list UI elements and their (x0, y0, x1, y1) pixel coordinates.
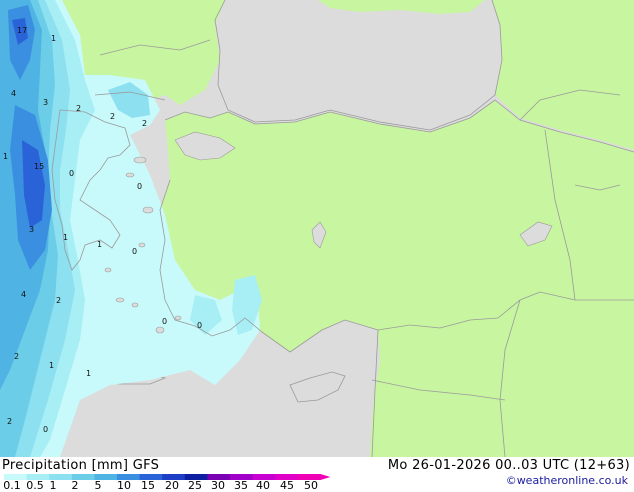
map-label: 1 (63, 233, 68, 242)
valid-time: Mo 26-01-2026 00..03 UTC (12+63) (387, 458, 630, 473)
map-label: 2 (142, 119, 147, 128)
map-label: 1 (3, 152, 8, 161)
legend-tick-label: 15 (141, 479, 155, 492)
legend-tick-label: 25 (188, 479, 202, 492)
precipitation-map: 17 1 4 3 2 2 2 15 1 0 0 3 1 1 0 4 2 0 0 … (0, 0, 634, 457)
legend-tick-label: 10 (117, 479, 131, 492)
map-label: 3 (43, 98, 48, 107)
map-label: 1 (49, 361, 54, 370)
legend-tick-label: 1 (49, 479, 57, 492)
map-label: 2 (7, 417, 12, 426)
map-label: 0 (132, 247, 137, 256)
credit-link[interactable]: ©weatheronline.co.uk (506, 474, 628, 487)
legend-tick-label: 40 (256, 479, 270, 492)
map-label: 1 (86, 369, 91, 378)
legend-tick-label: 30 (211, 479, 225, 492)
map-label: 0 (137, 182, 142, 191)
map-label: 0 (162, 317, 167, 326)
map-label: 2 (76, 104, 81, 113)
legend-tick-label: 0.1 (3, 479, 21, 492)
map-label: 0 (197, 321, 202, 330)
legend-tick-label: 20 (165, 479, 179, 492)
map-label: 4 (11, 89, 16, 98)
legend-tick-label: 2 (71, 479, 79, 492)
legend-tick-label: 45 (280, 479, 294, 492)
map-label: 0 (69, 169, 74, 178)
map-label: 17 (17, 26, 27, 35)
map-label: 0 (43, 425, 48, 434)
map-label: 15 (34, 162, 44, 171)
map-label: 2 (110, 112, 115, 121)
legend-tick-label: 35 (234, 479, 248, 492)
map-title: Precipitation [mm] GFS (2, 458, 160, 473)
legend-tick-label: 5 (94, 479, 102, 492)
map-label: 1 (51, 34, 56, 43)
legend-tick-label: 0.5 (26, 479, 44, 492)
legend-arrow (320, 474, 331, 480)
map-label: 1 (97, 240, 102, 249)
map-label: 3 (29, 225, 34, 234)
legend-tick-label: 50 (304, 479, 318, 492)
map-label: 2 (56, 296, 61, 305)
black-sea (215, 0, 502, 130)
map-label: 4 (21, 290, 26, 299)
map-label: 2 (14, 352, 19, 361)
